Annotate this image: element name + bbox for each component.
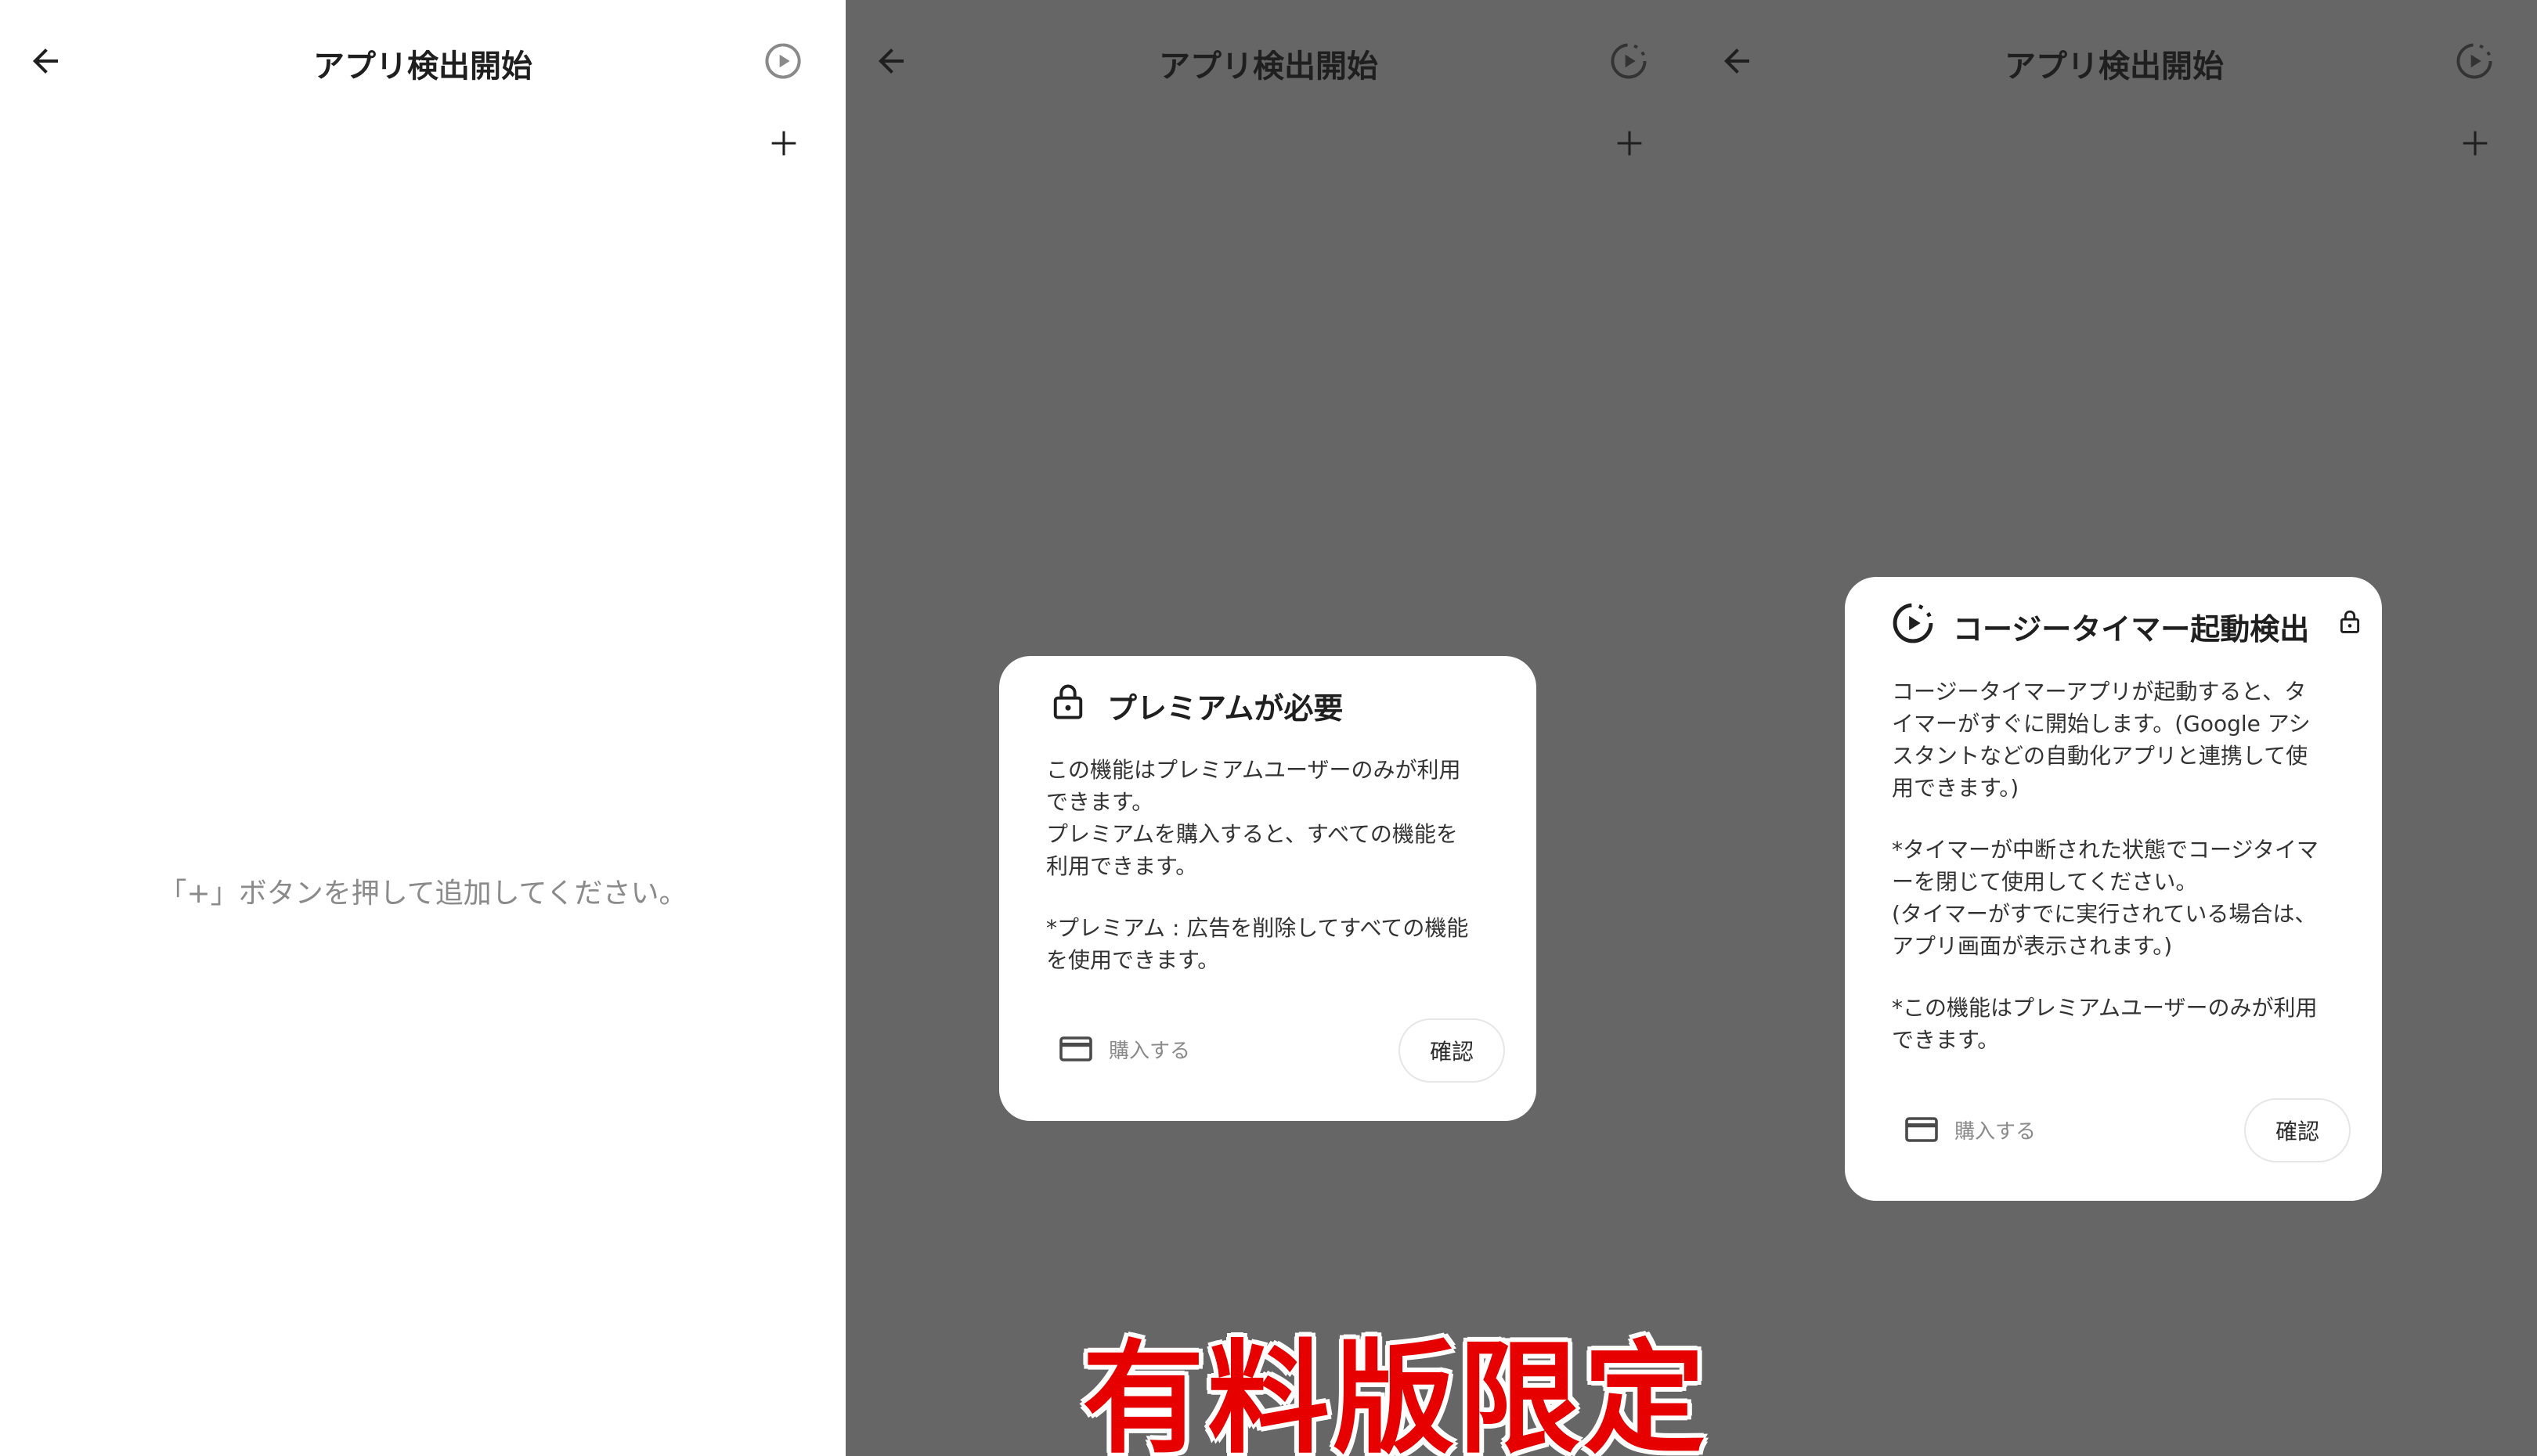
dialog-body-line: この機能はプレミアムユーザーのみが利用 xyxy=(1046,757,1461,783)
dialog-body-line: 用できます。) xyxy=(1892,775,2019,801)
dialog-body-line: できます。 xyxy=(1892,1027,2000,1053)
timer-play-icon[interactable] xyxy=(763,41,803,81)
dialog-body-line: (タイマーがすでに実行されている場合は、 xyxy=(1892,901,2317,927)
add-icon[interactable] xyxy=(766,125,802,161)
screen-premium-required: アプリ検出開始 プレミアムが必要 この機能はプレミアムユーザーのみが利用 できま… xyxy=(846,0,1691,1456)
page-title: アプリ検出開始 xyxy=(2005,49,2224,85)
buy-button-label: 購入する xyxy=(1954,1119,2037,1144)
credit-card-icon xyxy=(1905,1117,1938,1142)
dialog-body-line: *タイマーが中断された状態でコージタイマ xyxy=(1892,837,2319,863)
dialog-body-line: コージータイマーアプリが起動すると、タ xyxy=(1892,679,2307,705)
screen-app-detect-empty: アプリ検出開始 「+」ボタンを押して追加してください。 xyxy=(0,0,846,1456)
buy-button[interactable]: 購入する xyxy=(1903,1106,2036,1153)
dialog-body-line: *この機能はプレミアムユーザーのみが利用 xyxy=(1892,995,2318,1021)
timer-play-icon[interactable] xyxy=(1608,41,1649,81)
dialog-body-line: アプリ画面が表示されます。) xyxy=(1892,933,2173,959)
dialog-body-line: ーを閉じて使用してください。 xyxy=(1892,869,2198,895)
dialog-body-line: プレミアムを購入すると、すべての機能を xyxy=(1046,821,1458,847)
dialog-body-line: *プレミアム : 広告を削除してすべての機能 xyxy=(1046,915,1469,941)
dialog-body-line: スタントなどの自動化アプリと連携して使 xyxy=(1892,743,2308,769)
dialog-title: コージータイマー起動検出 xyxy=(1953,612,2310,647)
add-icon[interactable] xyxy=(1611,125,1647,161)
dialog-body: コージータイマーアプリが起動すると、タ イマーがすぐに開始します。(Google… xyxy=(1892,676,2362,1056)
dialog-body-line: イマーがすぐに開始します。(Google アシ xyxy=(1892,711,2311,737)
empty-state-message: 「+」ボタンを押して追加してください。 xyxy=(158,878,687,910)
timer-play-icon[interactable] xyxy=(2454,41,2495,81)
buy-button-label: 購入する xyxy=(1109,1039,1191,1063)
dialog-body-line: できます。 xyxy=(1046,789,1154,815)
confirm-button[interactable]: 確認 xyxy=(2244,1098,2351,1162)
dialog-title: プレミアムが必要 xyxy=(1107,691,1344,726)
cozy-timer-detect-dialog: コージータイマー起動検出 コージータイマーアプリが起動すると、タ イマーがすぐに… xyxy=(1845,577,2382,1201)
confirm-button[interactable]: 確認 xyxy=(1398,1018,1505,1083)
dialog-body: この機能はプレミアムユーザーのみが利用 できます。 プレミアムを購入すると、すべ… xyxy=(1046,754,1516,976)
timer-play-icon xyxy=(1893,603,1933,643)
annotation-label: 有料版限定 xyxy=(1082,1328,1709,1456)
lock-icon xyxy=(1053,684,1083,719)
page-title: アプリ検出開始 xyxy=(1159,49,1378,85)
lock-icon xyxy=(2340,610,2360,633)
dialog-body-line: 利用できます。 xyxy=(1046,853,1198,879)
dialog-body-line: を使用できます。 xyxy=(1046,947,1220,973)
buy-button[interactable]: 購入する xyxy=(1057,1025,1190,1072)
page-title: アプリ検出開始 xyxy=(313,49,532,85)
premium-required-dialog: プレミアムが必要 この機能はプレミアムユーザーのみが利用 できます。 プレミアム… xyxy=(999,656,1536,1121)
credit-card-icon xyxy=(1059,1036,1092,1061)
screen-cozy-timer-detect: アプリ検出開始 コージータイマー起動検出 コージータイマーアプリが起動すると、タ… xyxy=(1691,0,2537,1456)
add-icon[interactable] xyxy=(2457,125,2493,161)
